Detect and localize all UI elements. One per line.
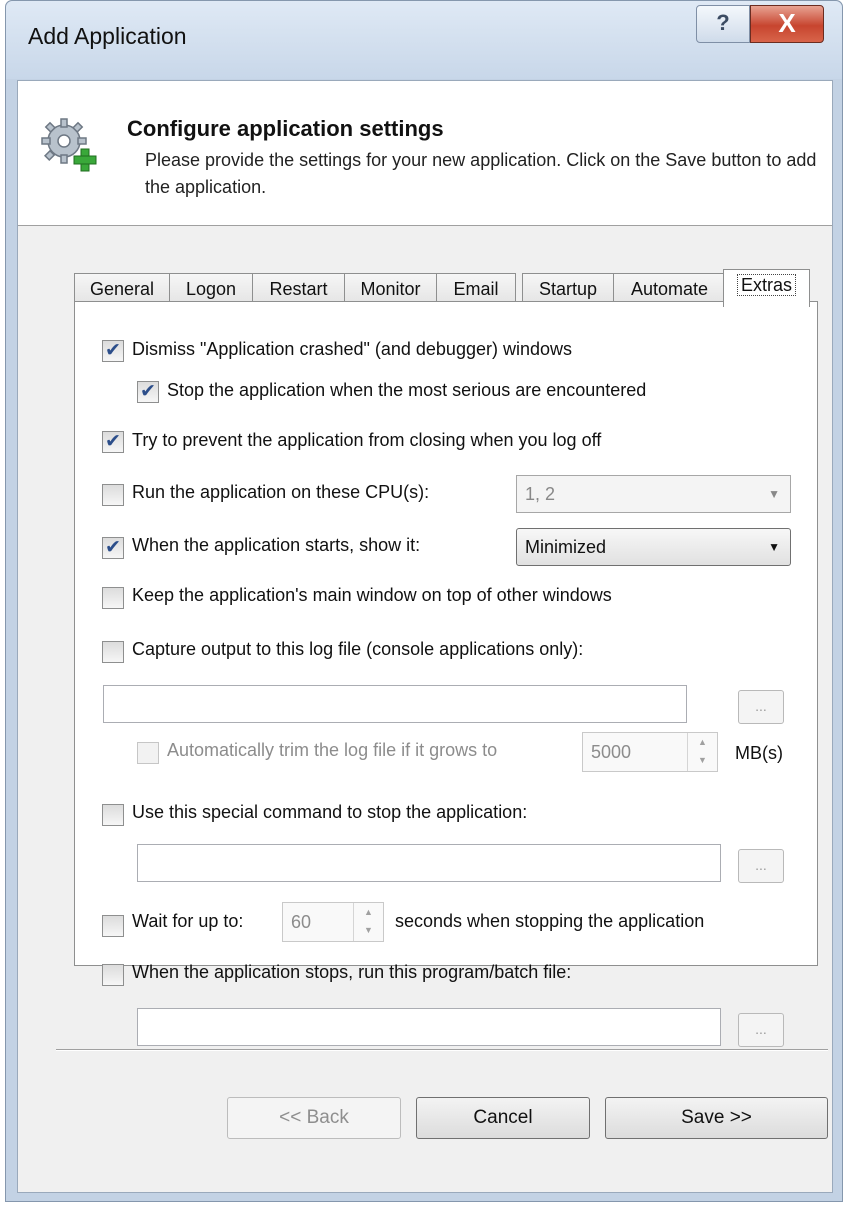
start-show-dropdown[interactable]: Minimized ▼ (516, 528, 791, 566)
back-button[interactable]: << Back (227, 1097, 401, 1139)
prevent-close-logoff-checkbox[interactable] (102, 430, 124, 453)
tab-extras-label: Extras (736, 274, 796, 296)
save-button[interactable]: Save >> (605, 1097, 828, 1139)
keep-on-top-checkbox[interactable] (102, 587, 124, 609)
trim-log-size-spinner[interactable]: 5000 ▲ ▼ (582, 732, 718, 772)
dialog-header: Configure application settings Please pr… (18, 81, 832, 226)
tab-extras[interactable]: Extras (723, 269, 810, 307)
dismiss-crashed-checkbox[interactable] (102, 339, 124, 362)
header-title: Configure application settings (127, 116, 444, 141)
log-file-browse-button[interactable]: ... (738, 690, 784, 724)
run-on-stop-path-input[interactable] (137, 1008, 721, 1046)
stop-on-serious-label: Stop the application when the most serio… (167, 380, 647, 400)
start-show-value: Minimized (525, 537, 607, 557)
prevent-close-logoff-label: Try to prevent the application from clos… (132, 430, 602, 450)
start-show-checkbox[interactable] (102, 536, 124, 559)
stop-on-serious-checkbox[interactable] (137, 380, 159, 403)
run-on-stop-browse-button[interactable]: ... (738, 1013, 784, 1047)
cpu-affinity-value: 1, 2 (525, 484, 556, 504)
dialog-client-area: Configure application settings Please pr… (17, 80, 833, 1193)
footer-separator (56, 1049, 828, 1051)
stop-command-browse-button[interactable]: ... (738, 849, 784, 883)
header-description: Please provide the settings for your new… (145, 150, 817, 197)
wait-seconds-spinner[interactable]: 60 ▲ ▼ (282, 902, 384, 942)
add-application-window: Add Application ? X Configure applicatio… (5, 0, 843, 1202)
start-show-label: When the application starts, show it: (132, 535, 421, 555)
trim-log-checkbox[interactable] (137, 742, 159, 764)
stop-command-label: Use this special command to stop the app… (132, 802, 528, 822)
wait-stop-label-after: seconds when stopping the application (395, 911, 705, 931)
trim-log-unit: MB(s) (735, 743, 783, 763)
spinner-arrows-icon[interactable]: ▲ ▼ (687, 733, 717, 771)
dismiss-crashed-label: Dismiss "Application crashed" (and debug… (132, 339, 572, 359)
stop-command-checkbox[interactable] (102, 804, 124, 826)
extras-panel: Dismiss "Application crashed" (and debug… (74, 301, 818, 1047)
gear-add-icon (41, 118, 97, 172)
cpu-affinity-checkbox[interactable] (102, 484, 124, 506)
chevron-down-icon: ▼ (768, 540, 780, 554)
trim-log-label: Automatically trim the log file if it gr… (167, 740, 498, 760)
title-bar[interactable]: Add Application ? X (6, 1, 842, 79)
stop-command-input[interactable] (137, 844, 721, 882)
log-file-path-input[interactable] (103, 685, 687, 723)
spinner-arrows-icon[interactable]: ▲ ▼ (353, 903, 383, 941)
cancel-button[interactable]: Cancel (416, 1097, 590, 1139)
close-button[interactable]: X (750, 5, 824, 43)
capture-output-checkbox[interactable] (102, 641, 124, 663)
chevron-down-icon: ▼ (768, 487, 780, 501)
trim-log-size-value: 5000 (591, 742, 632, 762)
wait-seconds-value: 60 (291, 912, 312, 932)
wait-stop-checkbox[interactable] (102, 915, 124, 937)
keep-on-top-label: Keep the application's main window on to… (132, 585, 612, 605)
window-title: Add Application (28, 23, 187, 49)
capture-output-label: Capture output to this log file (console… (132, 639, 584, 659)
run-on-stop-label: When the application stops, run this pro… (132, 962, 572, 982)
help-button[interactable]: ? (696, 5, 750, 43)
wait-stop-label-before: Wait for up to: (132, 911, 244, 931)
cpu-affinity-label: Run the application on these CPU(s): (132, 482, 430, 502)
run-on-stop-checkbox[interactable] (102, 964, 124, 986)
cpu-affinity-dropdown[interactable]: 1, 2 ▼ (516, 475, 791, 513)
